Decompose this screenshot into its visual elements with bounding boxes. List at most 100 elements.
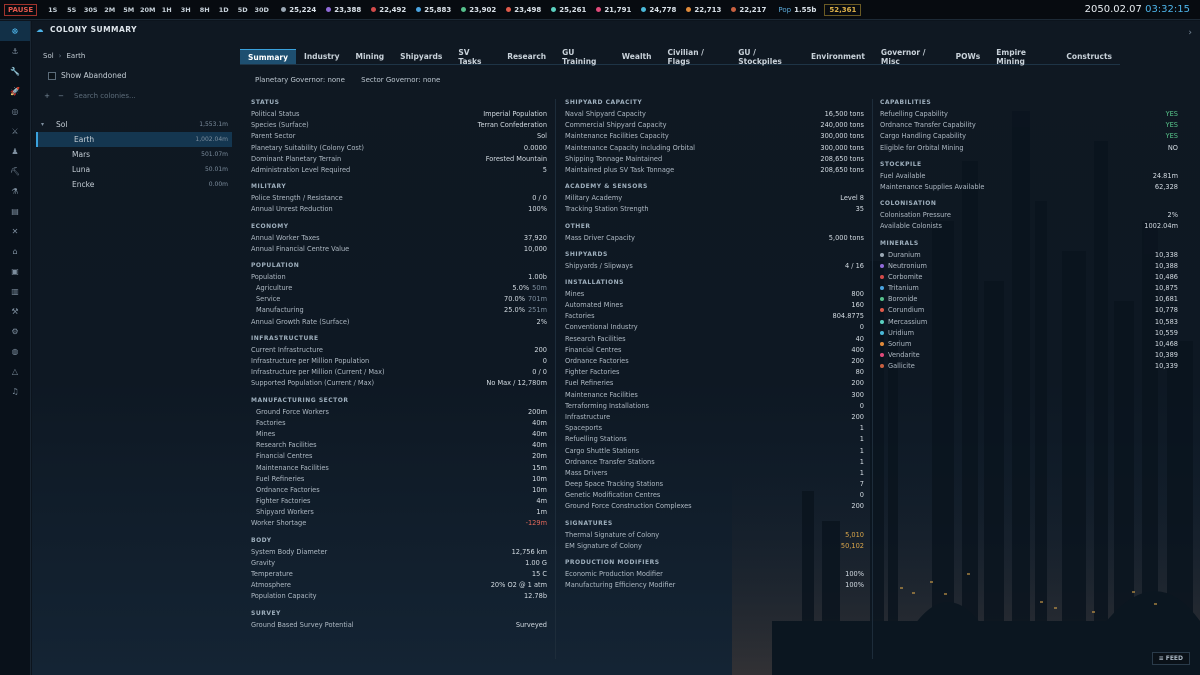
galaxy-icon[interactable]: ☸	[0, 21, 30, 41]
stat-value-text: 0.0000	[523, 143, 547, 152]
music-icon[interactable]: ♫	[0, 381, 30, 401]
tag-icon[interactable]: ⌂	[0, 241, 30, 261]
person-icon[interactable]: ♟	[0, 141, 30, 161]
stat-value-text: 10,000	[523, 244, 547, 253]
stat-label-text: Spaceports	[565, 424, 603, 433]
time-step-button[interactable]: 1H	[157, 6, 176, 14]
tab-summary[interactable]: Summary	[240, 49, 297, 64]
stat-value: 5	[543, 165, 547, 176]
tools-icon[interactable]: ⚒	[0, 301, 30, 321]
clipboard-icon[interactable]: ▤	[0, 201, 30, 221]
stat-label-text: Supported Population (Current / Max)	[251, 379, 375, 388]
time-step-button[interactable]: 30D	[252, 6, 271, 14]
stat-label-text: Thermal Signature of Colony	[565, 530, 660, 539]
stat-row: Annual Worker Taxes 37,920	[251, 233, 547, 244]
stat-value-text: 804.8775	[832, 312, 864, 321]
mineral-dot-icon	[880, 342, 884, 346]
stat-value: 80	[856, 367, 864, 378]
stat-row: Species (Surface) Terran Confederation	[251, 120, 547, 131]
crossed-icon[interactable]: ✕	[0, 221, 30, 241]
swords-icon[interactable]: ⚔	[0, 121, 30, 141]
stat-value-text: 200	[851, 357, 864, 365]
rocket-icon[interactable]: 🚀	[0, 81, 30, 101]
stat-value-text: 10,468	[1154, 340, 1178, 348]
tab-sv-tasks[interactable]: SV Tasks	[450, 48, 499, 66]
tab-mining[interactable]: Mining	[348, 49, 393, 64]
flask-icon[interactable]: ⚗	[0, 181, 30, 201]
colony-population: 501.07m	[201, 151, 228, 158]
show-abandoned-checkbox[interactable]	[48, 71, 56, 80]
tab-governor-misc[interactable]: Governor / Misc	[873, 48, 948, 66]
collapse-all-icon[interactable]: −	[54, 92, 68, 100]
time-step-button[interactable]: 2M	[100, 6, 119, 14]
colony-item-encke[interactable]: Encke 0.00m	[36, 177, 232, 192]
stat-label-text: Worker Shortage	[251, 519, 307, 528]
tab-industry[interactable]: Industry	[296, 49, 347, 64]
tab-research[interactable]: Research	[499, 49, 554, 64]
pickaxe-icon[interactable]: ⛏	[0, 161, 30, 181]
time-step-button[interactable]: 5M	[119, 6, 138, 14]
tab-empire-mining[interactable]: Empire Mining	[988, 48, 1058, 66]
stat-value-text: 24.81m	[1152, 171, 1178, 180]
stat-row: Corundium 10,778	[880, 305, 1178, 316]
collapse-icon[interactable]: ›	[1188, 28, 1192, 38]
stat-value-text: 160	[851, 301, 864, 310]
time-step-button[interactable]: 3H	[176, 6, 195, 14]
stat-row: Terraforming Installations 0	[565, 401, 864, 412]
stat-label: Mass Drivers	[565, 468, 607, 479]
time-step-button[interactable]: 30S	[81, 6, 100, 14]
tab-pows[interactable]: POWs	[948, 49, 989, 64]
time-step-button[interactable]: 1D	[214, 6, 233, 14]
breadcrumb-planet[interactable]: Earth	[66, 52, 85, 60]
colony-item-luna[interactable]: Luna 50.01m	[36, 162, 232, 177]
target-icon[interactable]: ◎	[0, 101, 30, 121]
tab-gu-stockpiles[interactable]: GU / Stockpiles	[730, 48, 803, 66]
time-step-button[interactable]: 8H	[195, 6, 214, 14]
stat-value: 0 / 0	[532, 367, 547, 378]
mineral-icon	[551, 7, 557, 12]
stat-label: Economic Production Modifier	[565, 569, 663, 580]
colony-item-mars[interactable]: Mars 501.07m	[36, 147, 232, 162]
stat-label-text: Available Colonists	[880, 222, 942, 231]
colony-item-sol[interactable]: ▾ Sol 1,553.1m	[36, 117, 232, 132]
tab-wealth[interactable]: Wealth	[614, 49, 660, 64]
tab-environment[interactable]: Environment	[803, 49, 873, 64]
mineral-icon	[686, 7, 692, 12]
time-step-button[interactable]: 1S	[43, 6, 62, 14]
section-title: ECONOMY	[251, 222, 289, 230]
breadcrumb-system[interactable]: Sol	[43, 52, 54, 60]
mineral-dot-icon	[880, 364, 884, 369]
tab-civilian-flags[interactable]: Civilian / Flags	[659, 48, 730, 66]
pause-button[interactable]: PAUSE	[4, 3, 38, 16]
expand-all-icon[interactable]: +	[40, 92, 54, 100]
tab-gu-training[interactable]: GU Training	[554, 48, 614, 66]
stat-label-text: Maintenance Supplies Available	[880, 182, 985, 191]
stat-row: Dominant Planetary Terrain Forested Mount…	[251, 154, 547, 165]
stat-value-text: 2%	[1167, 211, 1178, 220]
gear-icon[interactable]: ⚙	[0, 321, 30, 341]
alert-icon[interactable]: △	[0, 361, 30, 381]
caret-down-icon[interactable]: ▾	[41, 121, 44, 128]
colony-population: 1,553.1m	[199, 121, 228, 128]
stat-row: Fuel Refineries 200	[565, 378, 864, 389]
box-icon[interactable]: ▣	[0, 261, 30, 281]
globe-icon[interactable]: ◍	[0, 341, 30, 361]
resource-item: 25,261	[551, 6, 586, 14]
anchor-icon[interactable]: ⚓	[0, 41, 30, 61]
time-step-button[interactable]: 5S	[62, 6, 81, 14]
stat-row: Manufacturing Efficiency Modifier 100%	[565, 580, 864, 591]
tab-constructs[interactable]: Constructs	[1058, 49, 1120, 64]
document-icon[interactable]: ▥	[0, 281, 30, 301]
search-input[interactable]: Search colonies...	[74, 92, 136, 100]
stat-label: Fuel Refineries	[565, 378, 613, 389]
tab-shipyards[interactable]: Shipyards	[392, 49, 450, 64]
time-step-button[interactable]: 20M	[138, 6, 157, 14]
resource-item: 25,883	[416, 6, 451, 14]
show-abandoned-toggle[interactable]: Show Abandoned	[48, 71, 126, 80]
stat-value: 100%	[845, 569, 864, 580]
resource-item: 23,902	[461, 6, 496, 14]
time-step-button[interactable]: 5D	[233, 6, 252, 14]
feed-button[interactable]: ≡ FEED	[1151, 652, 1190, 665]
colony-item-earth[interactable]: Earth 1,002.04m	[36, 132, 232, 147]
wrench-icon[interactable]: 🔧	[0, 61, 30, 81]
